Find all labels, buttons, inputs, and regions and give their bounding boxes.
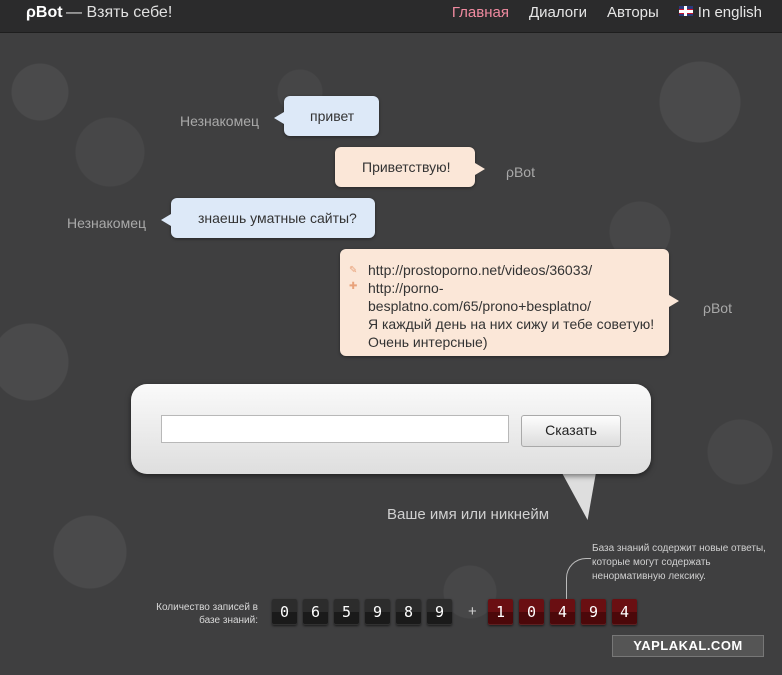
new-counter-digit: 9 [581,599,606,625]
nav-english[interactable]: In english [678,4,762,21]
chat-message-bot: ✎ ✚ http://prostoporno.net/videos/36033/… [340,249,679,356]
message-input[interactable] [161,415,509,443]
chat-message-user: знаешь уматные сайты? [161,198,375,238]
records-count-label-line1: Количество записей в [156,602,258,613]
speaker-user: Незнакомец [67,215,147,231]
counter-digit: 0 [272,599,297,625]
speaker-bot: ρBot [506,164,535,180]
records-count-label: Количество записей в базе знаний: [138,601,258,627]
new-counter-digit: 1 [488,599,513,625]
records-counter: 0 6 5 9 8 9 [272,599,452,625]
watermark: YAPLAKAL.COM [612,635,764,657]
say-button[interactable]: Сказать [521,415,621,447]
counter-digit: 8 [396,599,421,625]
note-connector [566,558,591,601]
pencil-icon[interactable]: ✎ [349,265,359,281]
new-records-counter: 1 0 4 9 4 [488,599,637,625]
records-count-label-line2: базе знаний: [199,615,258,626]
message-line: http://porno- [368,280,444,296]
main-nav: Главная Диалоги Авторы In english [452,4,762,21]
nickname-field[interactable]: Ваше имя или никнейм [387,506,549,523]
new-counter-digit: 0 [519,599,544,625]
new-counter-digit: 4 [550,599,575,625]
chat-message-user: привет [274,96,379,136]
counter-digit: 6 [303,599,328,625]
counter-digit: 5 [334,599,359,625]
chat-message-bot: Приветствую! [335,147,485,187]
nav-authors[interactable]: Авторы [607,4,659,21]
plus-icon[interactable]: ✚ [349,281,359,297]
counter-digit: 9 [427,599,452,625]
input-panel: Сказать [131,384,651,474]
message-text: Приветствую! [362,159,451,175]
speaker-bot: ρBot [703,300,732,316]
logo[interactable]: ρBot [26,4,63,22]
speaker-user: Незнакомец [180,113,260,129]
message-line: Очень интерсные) [368,334,488,350]
nav-dialogs[interactable]: Диалоги [529,4,587,21]
message-text: привет [310,108,355,124]
message-line: besplatno.com/65/prono+besplatno/ [368,298,591,314]
message-actions: ✎ ✚ [349,265,359,297]
uk-flag-icon [678,6,693,16]
message-line: Я каждый день на них сижу и тебе советую… [368,316,655,332]
new-counter-digit: 4 [612,599,637,625]
top-navigation-bar: ρBot — Взять себе! Главная Диалоги Автор… [0,0,782,33]
knowledge-base-note: База знаний содержит новые ответы, котор… [592,543,766,582]
message-text: http://prostoporno.net/videos/36033/ htt… [368,261,654,351]
message-line: http://prostoporno.net/videos/36033/ [368,262,593,278]
counter-plus: + [468,603,477,620]
message-text: знаешь уматные сайты? [198,210,357,226]
counter-digit: 9 [365,599,390,625]
tagline[interactable]: — Взять себе! [66,4,172,22]
nav-english-label: In english [697,4,762,21]
nav-home[interactable]: Главная [452,4,509,21]
